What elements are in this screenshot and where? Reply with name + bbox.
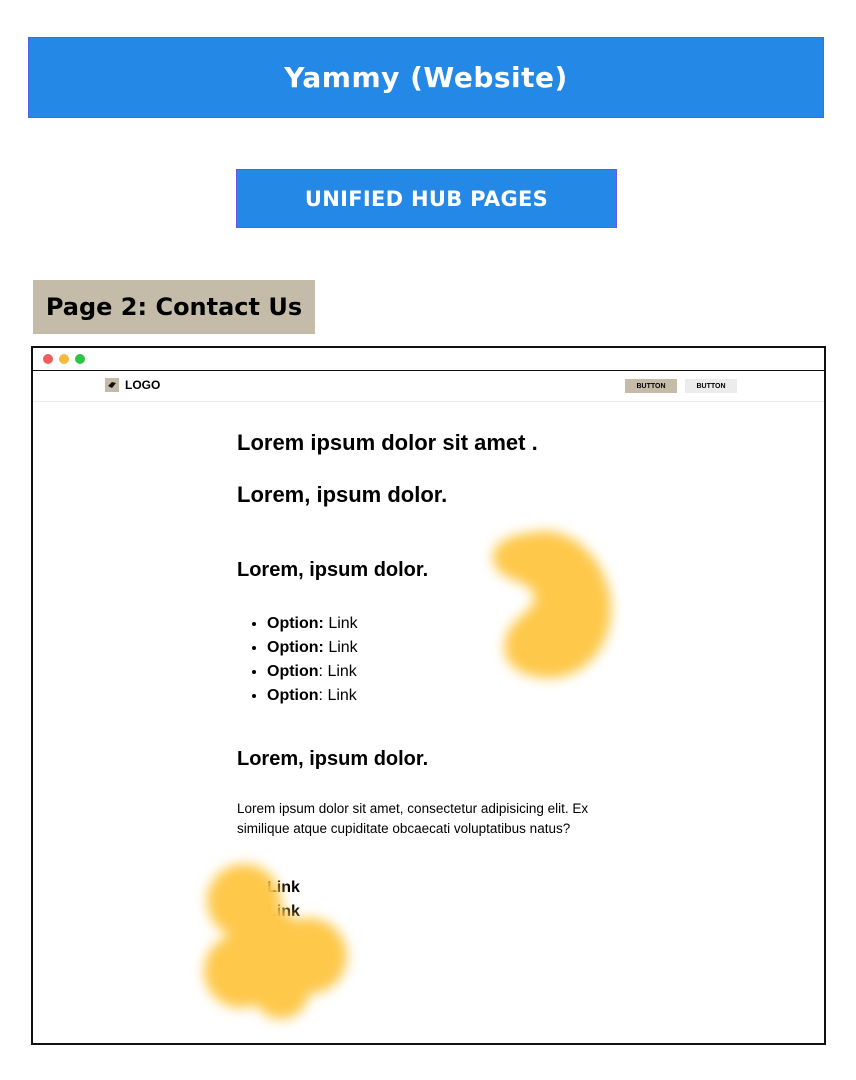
- option-label: Option:: [267, 639, 324, 656]
- option-separator: :: [318, 687, 323, 704]
- option-link[interactable]: Link: [327, 687, 356, 704]
- site-logo[interactable]: LOGO: [105, 378, 160, 392]
- logo-icon: [105, 378, 119, 392]
- page-label-text: Page 2: Contact Us: [45, 293, 303, 321]
- options-list: Option: Link Option: Link Option: Link O…: [237, 612, 358, 708]
- option-link[interactable]: Link: [327, 663, 356, 680]
- browser-window: LOGO BUTTON BUTTON Lorem ipsum dolor sit…: [31, 346, 826, 1045]
- list-item: Option: Link: [267, 660, 358, 684]
- logo-text: LOGO: [125, 378, 161, 392]
- list-item: Option: Link: [267, 612, 358, 636]
- option-label: Option: [267, 687, 319, 704]
- nav-button-secondary[interactable]: BUTTON: [685, 379, 737, 393]
- browser-titlebar: [33, 348, 824, 371]
- option-label: Option: [267, 663, 319, 680]
- option-link[interactable]: Link: [328, 639, 357, 656]
- decorative-blob-bean: [492, 531, 612, 679]
- maximize-window-dot[interactable]: [75, 354, 85, 364]
- minimize-window-dot[interactable]: [59, 354, 69, 364]
- section-banner: UNIFIED HUB PAGES: [236, 169, 617, 228]
- list-item: Option: Link: [267, 636, 358, 660]
- decorative-blob-cluster: [204, 864, 347, 1019]
- project-title: Yammy (Website): [284, 61, 568, 94]
- page-label: Page 2: Contact Us: [33, 280, 315, 334]
- project-title-banner: Yammy (Website): [28, 37, 824, 118]
- section-heading-1: Lorem, ipsum dolor.: [237, 482, 448, 507]
- option-link[interactable]: Link: [328, 615, 357, 632]
- nav-button-primary[interactable]: BUTTON: [625, 379, 677, 393]
- list-item: Option: Link: [267, 684, 358, 708]
- main-heading: Lorem ipsum dolor sit amet .: [237, 430, 538, 455]
- section-heading-3: Lorem, ipsum dolor.: [237, 748, 429, 770]
- site-navbar: LOGO BUTTON BUTTON: [33, 371, 824, 402]
- close-window-dot[interactable]: [43, 354, 53, 364]
- section-heading-2: Lorem, ipsum dolor.: [237, 559, 429, 581]
- option-label: Option:: [267, 615, 324, 632]
- section-title: UNIFIED HUB PAGES: [304, 186, 549, 211]
- option-separator: :: [318, 663, 323, 680]
- body-paragraph: Lorem ipsum dolor sit amet, consectetur …: [237, 801, 589, 836]
